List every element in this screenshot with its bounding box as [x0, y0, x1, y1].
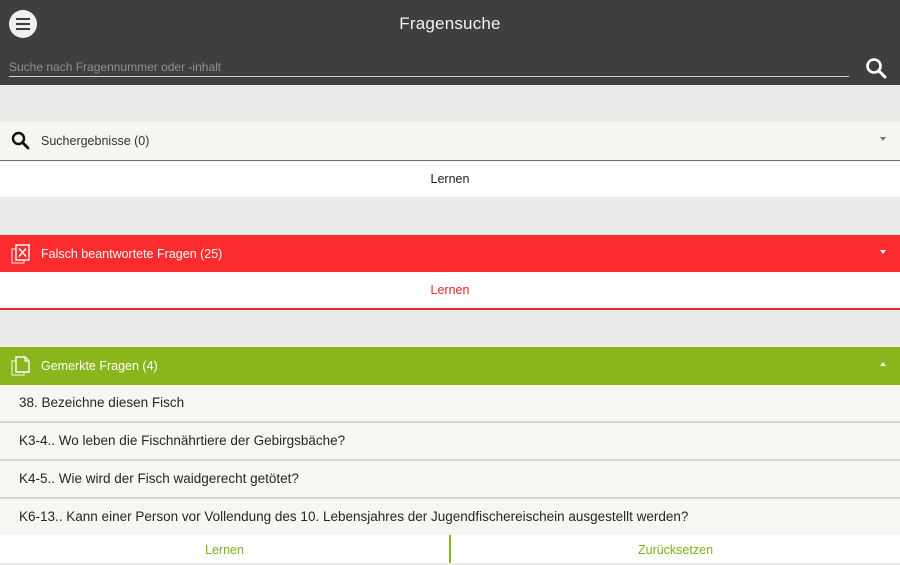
search-results-label: Suchergebnisse (0) [41, 134, 150, 148]
search-results-learn-button[interactable]: Lernen [0, 161, 900, 197]
chevron-down-icon [880, 250, 886, 254]
wrong-questions-icon [11, 244, 30, 264]
learn-button[interactable]: Lernen [0, 535, 449, 563]
bookmarked-questions-label: Gemerkte Fragen (4) [41, 359, 158, 373]
chevron-down-icon [880, 137, 886, 141]
search-icon[interactable] [864, 56, 890, 82]
wrong-questions-learn-button[interactable]: Lernen [0, 272, 900, 310]
list-item[interactable]: 38. Bezeichne diesen Fisch [0, 385, 900, 423]
bookmarked-questions-header[interactable]: Gemerkte Fragen (4) [0, 347, 900, 385]
bookmarked-questions-list: 38. Bezeichne diesen Fisch K3-4.. Wo leb… [0, 385, 900, 537]
list-item[interactable]: K3-4.. Wo leben die Fischnährtiere der G… [0, 423, 900, 461]
wrong-questions-header[interactable]: Falsch beantwortete Fragen (25) [0, 235, 900, 273]
page-title: Fragensuche [399, 14, 501, 33]
bottom-action-bar: Lernen Zurücksetzen [0, 535, 900, 563]
app-bar: Fragensuche [0, 0, 900, 85]
wrong-questions-label: Falsch beantwortete Fragen (25) [41, 247, 223, 261]
reset-button[interactable]: Zurücksetzen [451, 535, 900, 563]
bookmarked-questions-icon [11, 356, 30, 376]
search-icon [11, 131, 30, 150]
list-item[interactable]: K6-13.. Kann einer Person vor Vollendung… [0, 499, 900, 537]
list-item[interactable]: K4-5.. Wie wird der Fisch waidgerecht ge… [0, 461, 900, 499]
chevron-up-icon [880, 362, 886, 366]
search-results-header[interactable]: Suchergebnisse (0) [0, 122, 900, 162]
search-input[interactable] [9, 58, 849, 77]
